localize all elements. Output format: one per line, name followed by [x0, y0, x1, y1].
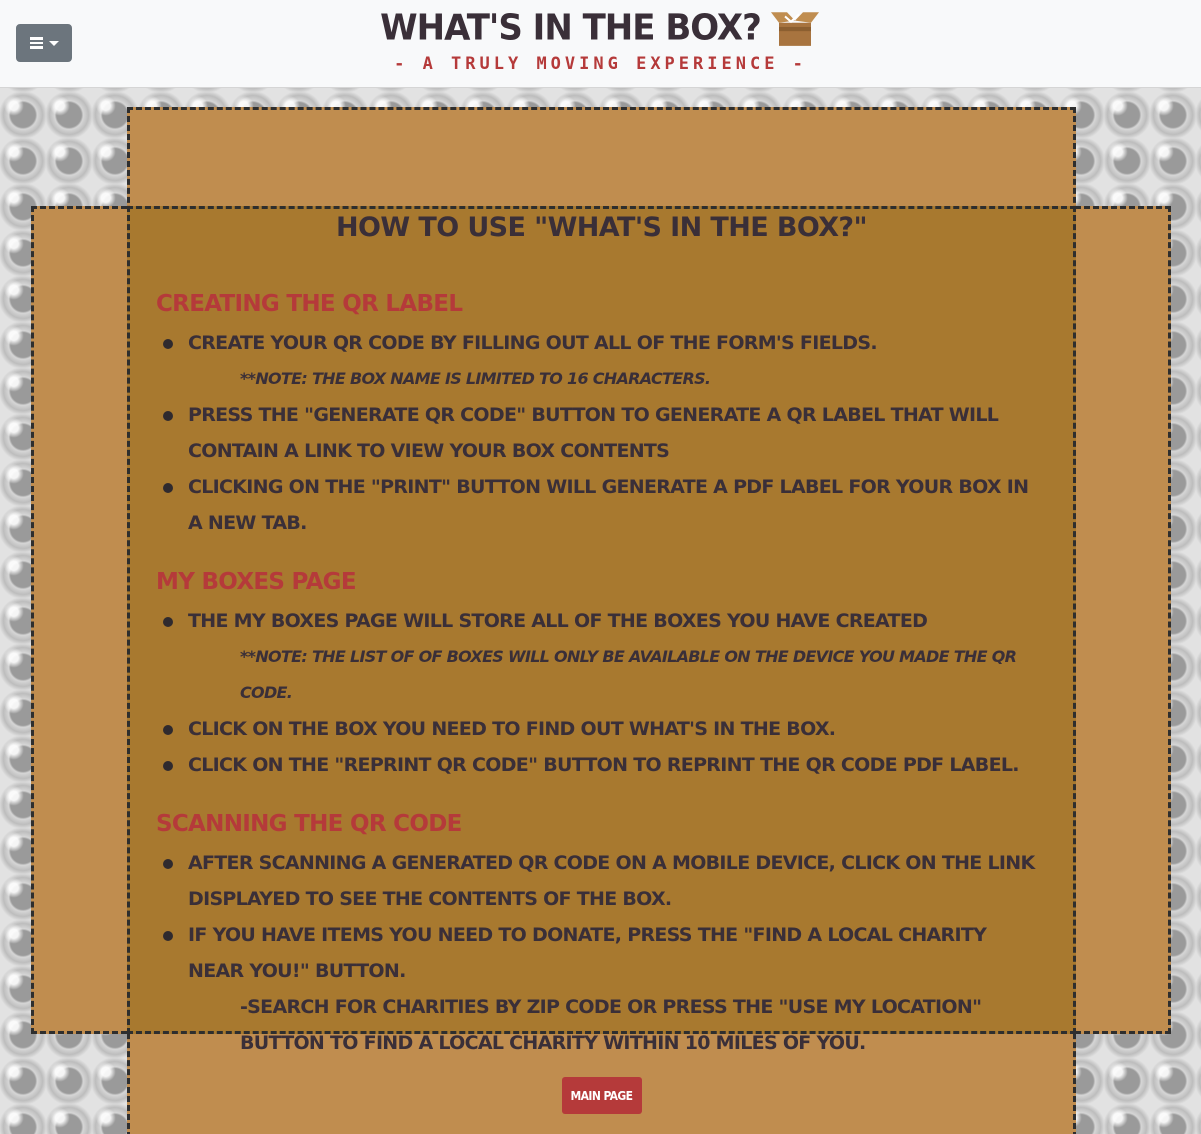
list-item: CLICKING ON THE "PRINT" BUTTON WILL GENE… [163, 469, 1047, 541]
app-subtitle: - A TRULY MOVING EXPERIENCE - [394, 54, 807, 74]
open-box-icon [770, 12, 819, 46]
section-title-creating: CREATING THE QR LABEL [156, 291, 463, 317]
list-item: THE MY BOXES PAGE WILL STORE ALL OF THE … [163, 603, 1047, 639]
list-item: AFTER SCANNING A GENERATED QR CODE ON A … [163, 845, 1047, 917]
scanning-steps-list: AFTER SCANNING A GENERATED QR CODE ON A … [156, 845, 1047, 989]
list-item: CREATE YOUR QR CODE BY FILLING OUT ALL O… [163, 325, 1047, 361]
list-item: CLICK ON THE BOX YOU NEED TO FIND OUT WH… [163, 711, 1047, 747]
charity-search-note: -SEARCH FOR CHARITIES BY ZIP CODE OR PRE… [240, 996, 982, 1054]
app-title: WHAT'S IN THE BOX? [380, 7, 762, 49]
brand-title-row: WHAT'S IN THE BOX? [380, 7, 821, 49]
list-item: IF YOU HAVE ITEMS YOU NEED TO DONATE, PR… [163, 917, 1047, 989]
main-page-button[interactable]: MAIN PAGE [561, 1077, 642, 1114]
note-device-only: **NOTE: THE LIST OF OF BOXES WILL ONLY B… [240, 647, 1017, 702]
instructions-content: HOW TO USE "WHAT'S IN THE BOX?" CREATING… [130, 209, 1073, 1114]
brand: WHAT'S IN THE BOX? - A TRULY MOVING EXPE… [0, 7, 1201, 74]
list-item: PRESS THE "GENERATE QR CODE" BUTTON TO G… [163, 397, 1047, 469]
my-boxes-steps-list: THE MY BOXES PAGE WILL STORE ALL OF THE … [156, 603, 1047, 639]
top-navbar: WHAT'S IN THE BOX? - A TRULY MOVING EXPE… [0, 0, 1201, 88]
page-title: HOW TO USE "WHAT'S IN THE BOX?" [336, 212, 868, 243]
note-box-name-limit: **NOTE: THE BOX NAME IS LIMITED TO 16 CH… [240, 369, 711, 388]
creating-steps-list-2: PRESS THE "GENERATE QR CODE" BUTTON TO G… [156, 397, 1047, 541]
list-item: CLICK ON THE "REPRINT QR CODE" BUTTON TO… [163, 747, 1047, 783]
section-title-scanning: SCANNING THE QR CODE [156, 811, 462, 837]
creating-steps-list: CREATE YOUR QR CODE BY FILLING OUT ALL O… [156, 325, 1047, 361]
my-boxes-steps-list-2: CLICK ON THE BOX YOU NEED TO FIND OUT WH… [156, 711, 1047, 783]
section-title-my-boxes: MY BOXES PAGE [156, 569, 357, 595]
